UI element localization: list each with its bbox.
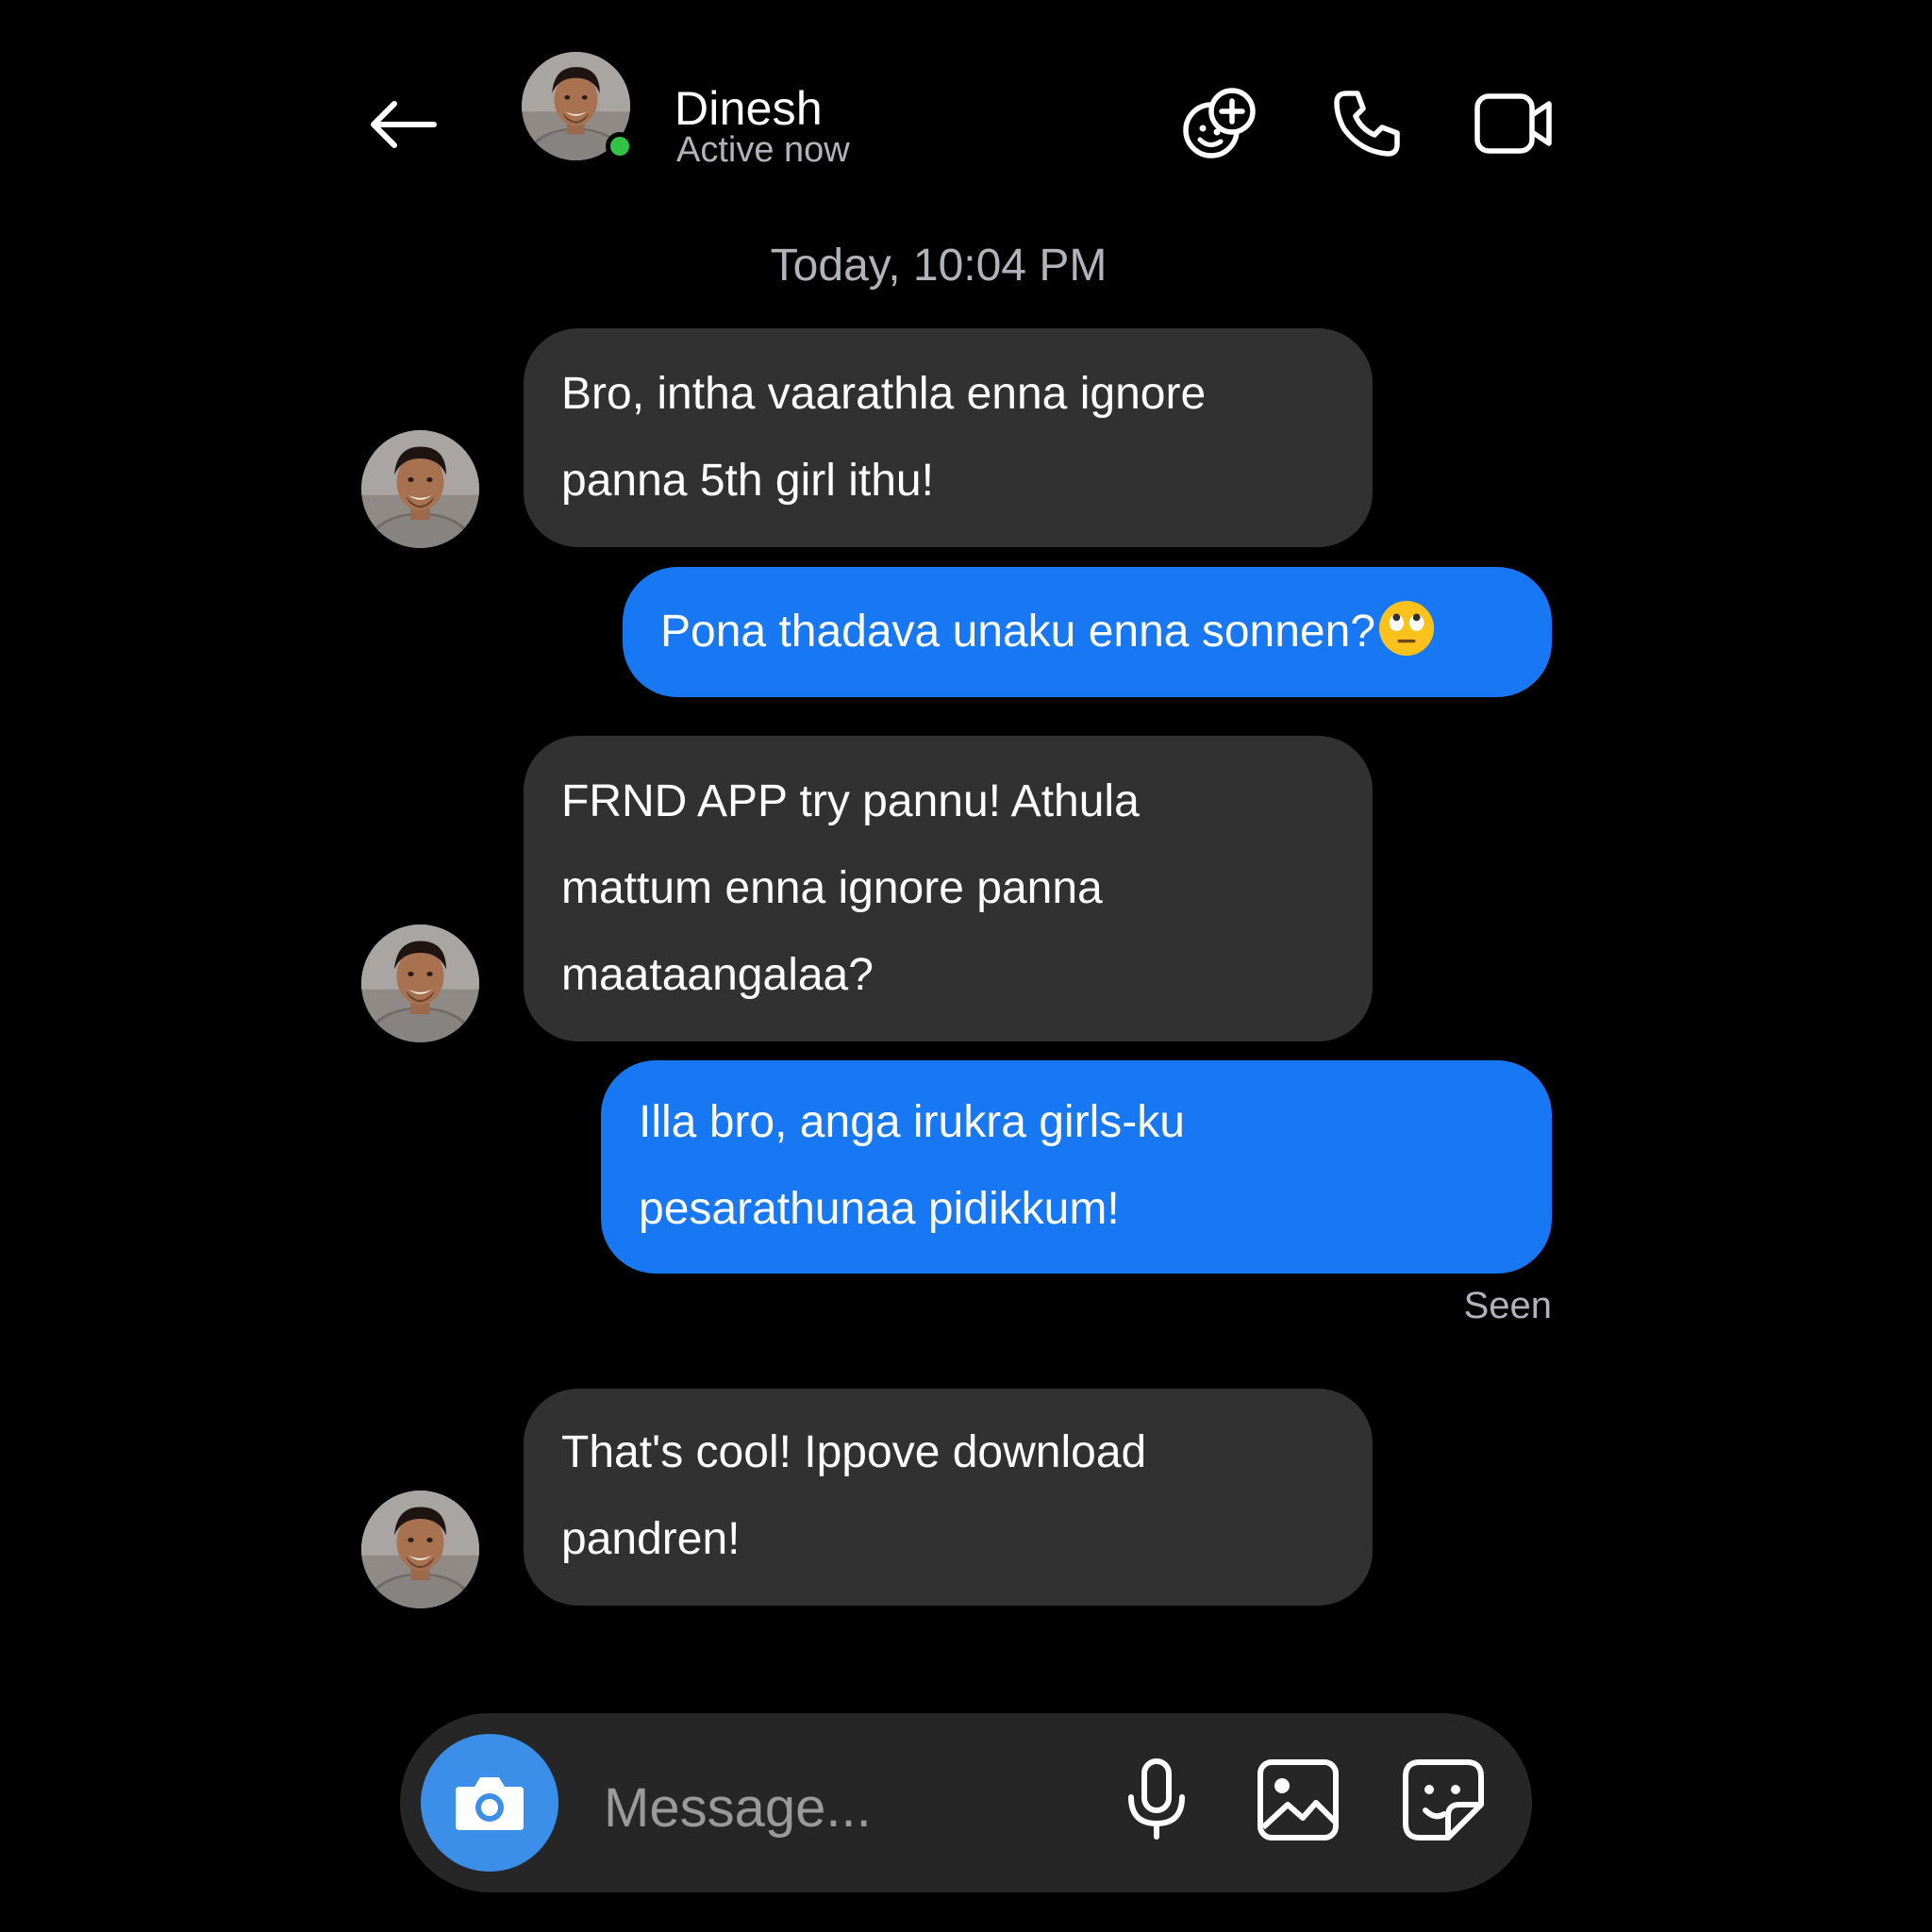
gallery-icon — [1257, 1759, 1339, 1840]
avatar[interactable] — [361, 430, 479, 548]
outgoing-message-bubble[interactable]: Pona thadava unaku enna sonnen? — [623, 567, 1552, 697]
gallery-button[interactable] — [1251, 1753, 1345, 1847]
incoming-message-bubble[interactable]: Bro, intha vaarathla enna ignore panna 5… — [524, 328, 1373, 547]
message-text: panna 5th girl ithu! — [561, 456, 934, 506]
eye-roll-emoji-icon — [1378, 601, 1435, 657]
message-text: pandren! — [561, 1514, 741, 1564]
arrow-left-icon — [371, 101, 437, 148]
message-text: FRND APP try pannu! Athula — [561, 776, 1140, 826]
message-input[interactable] — [602, 1764, 1096, 1851]
voice-call-button[interactable] — [1324, 81, 1409, 166]
contact-status: Active now — [676, 130, 850, 170]
effects-button[interactable] — [1177, 81, 1262, 166]
avatar[interactable] — [361, 924, 479, 1042]
message-text: mattum enna ignore panna — [561, 863, 1103, 913]
read-receipt: Seen — [1463, 1285, 1552, 1326]
voice-message-button[interactable] — [1109, 1753, 1204, 1847]
contact-name[interactable]: Dinesh — [675, 81, 823, 136]
camera-button[interactable] — [421, 1734, 558, 1872]
message-text: pesarathunaa pidikkum! — [639, 1184, 1120, 1234]
contact-avatar[interactable] — [522, 52, 634, 160]
message-text: maataangalaa? — [561, 950, 874, 1000]
message-text: Illa bro, anga irukra girls-ku — [639, 1097, 1185, 1147]
video-call-button[interactable] — [1472, 81, 1557, 166]
video-camera-icon — [1474, 93, 1552, 154]
incoming-message-bubble[interactable]: That's cool! Ippove download pandren! — [524, 1389, 1373, 1606]
avatar[interactable] — [361, 1491, 479, 1608]
online-indicator — [606, 132, 634, 160]
message-text: Bro, intha vaarathla enna ignore — [561, 369, 1207, 419]
conversation-timestamp: Today, 10:04 PM — [770, 241, 1108, 291]
effects-icon — [1183, 88, 1256, 158]
phone-icon — [1334, 91, 1400, 157]
incoming-message-bubble[interactable]: FRND APP try pannu! Athula mattum enna i… — [524, 736, 1373, 1041]
back-button[interactable] — [366, 94, 441, 155]
sticker-icon — [1403, 1759, 1484, 1840]
outgoing-message-bubble[interactable]: Illa bro, anga irukra girls-ku pesarathu… — [601, 1060, 1552, 1274]
microphone-icon — [1128, 1758, 1185, 1840]
message-text: Pona thadava unaku enna sonnen? — [660, 607, 1375, 657]
message-text: That's cool! Ippove download — [561, 1427, 1147, 1477]
sticker-button[interactable] — [1396, 1753, 1491, 1847]
camera-icon — [456, 1777, 524, 1830]
